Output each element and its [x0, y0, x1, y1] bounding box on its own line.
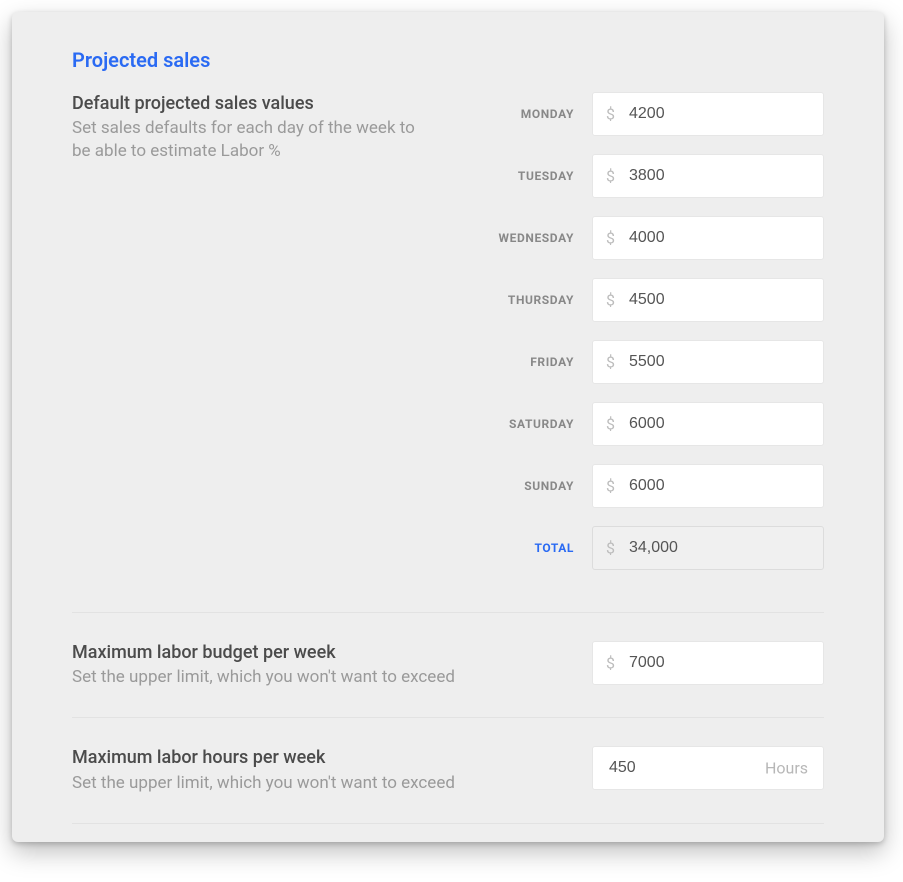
day-row-thursday: THURSDAY $	[442, 278, 824, 322]
day-input-tuesday[interactable]	[592, 154, 824, 198]
day-label-friday: FRIDAY	[530, 355, 574, 369]
total-input-wrap: $	[592, 526, 824, 570]
day-input-sunday[interactable]	[592, 464, 824, 508]
labor-hours-input[interactable]	[592, 746, 824, 790]
divider	[72, 612, 824, 613]
labor-hours-input-wrap: Hours	[592, 746, 824, 790]
day-input-wrap-sunday: $	[592, 464, 824, 508]
day-input-saturday[interactable]	[592, 402, 824, 446]
day-row-monday: MONDAY $	[442, 92, 824, 136]
default-sales-description: Default projected sales values Set sales…	[72, 92, 442, 163]
default-sales-row: Default projected sales values Set sales…	[72, 92, 824, 588]
day-input-wrap-monday: $	[592, 92, 824, 136]
day-input-friday[interactable]	[592, 340, 824, 384]
default-sales-subtext: Set sales defaults for each day of the w…	[72, 117, 422, 163]
labor-budget-heading: Maximum labor budget per week	[72, 641, 572, 664]
day-label-total: TOTAL	[534, 541, 574, 555]
labor-hours-row: Maximum labor hours per week Set the upp…	[72, 742, 824, 798]
labor-budget-row: Maximum labor budget per week Set the up…	[72, 637, 824, 693]
day-label-sunday: SUNDAY	[524, 479, 574, 493]
labor-budget-input-wrap: $	[592, 641, 824, 685]
day-input-wrap-thursday: $	[592, 278, 824, 322]
day-label-tuesday: TUESDAY	[518, 169, 574, 183]
section-title: Projected sales	[72, 48, 824, 72]
default-sales-heading: Default projected sales values	[72, 92, 422, 115]
day-input-monday[interactable]	[592, 92, 824, 136]
day-row-tuesday: TUESDAY $	[442, 154, 824, 198]
divider	[72, 823, 824, 824]
day-row-friday: FRIDAY $	[442, 340, 824, 384]
divider	[72, 717, 824, 718]
day-label-thursday: THURSDAY	[508, 293, 574, 307]
days-column: MONDAY $ TUESDAY $ WEDNESDAY $	[442, 92, 824, 588]
labor-hours-description: Maximum labor hours per week Set the upp…	[72, 746, 592, 794]
projected-sales-card: Projected sales Default projected sales …	[12, 12, 884, 842]
total-input	[592, 526, 824, 570]
day-input-wrap-wednesday: $	[592, 216, 824, 260]
day-label-saturday: SATURDAY	[509, 417, 574, 431]
labor-budget-description: Maximum labor budget per week Set the up…	[72, 641, 592, 689]
labor-hours-subtext: Set the upper limit, which you won't wan…	[72, 772, 572, 795]
day-label-monday: MONDAY	[521, 107, 574, 121]
labor-budget-input[interactable]	[592, 641, 824, 685]
labor-budget-subtext: Set the upper limit, which you won't wan…	[72, 666, 572, 689]
day-label-wednesday: WEDNESDAY	[499, 231, 574, 245]
labor-hours-heading: Maximum labor hours per week	[72, 746, 572, 769]
day-input-wrap-saturday: $	[592, 402, 824, 446]
day-row-sunday: SUNDAY $	[442, 464, 824, 508]
day-input-wrap-tuesday: $	[592, 154, 824, 198]
day-row-saturday: SATURDAY $	[442, 402, 824, 446]
day-row-wednesday: WEDNESDAY $	[442, 216, 824, 260]
day-input-wednesday[interactable]	[592, 216, 824, 260]
day-input-thursday[interactable]	[592, 278, 824, 322]
day-row-total: TOTAL $	[442, 526, 824, 570]
day-input-wrap-friday: $	[592, 340, 824, 384]
